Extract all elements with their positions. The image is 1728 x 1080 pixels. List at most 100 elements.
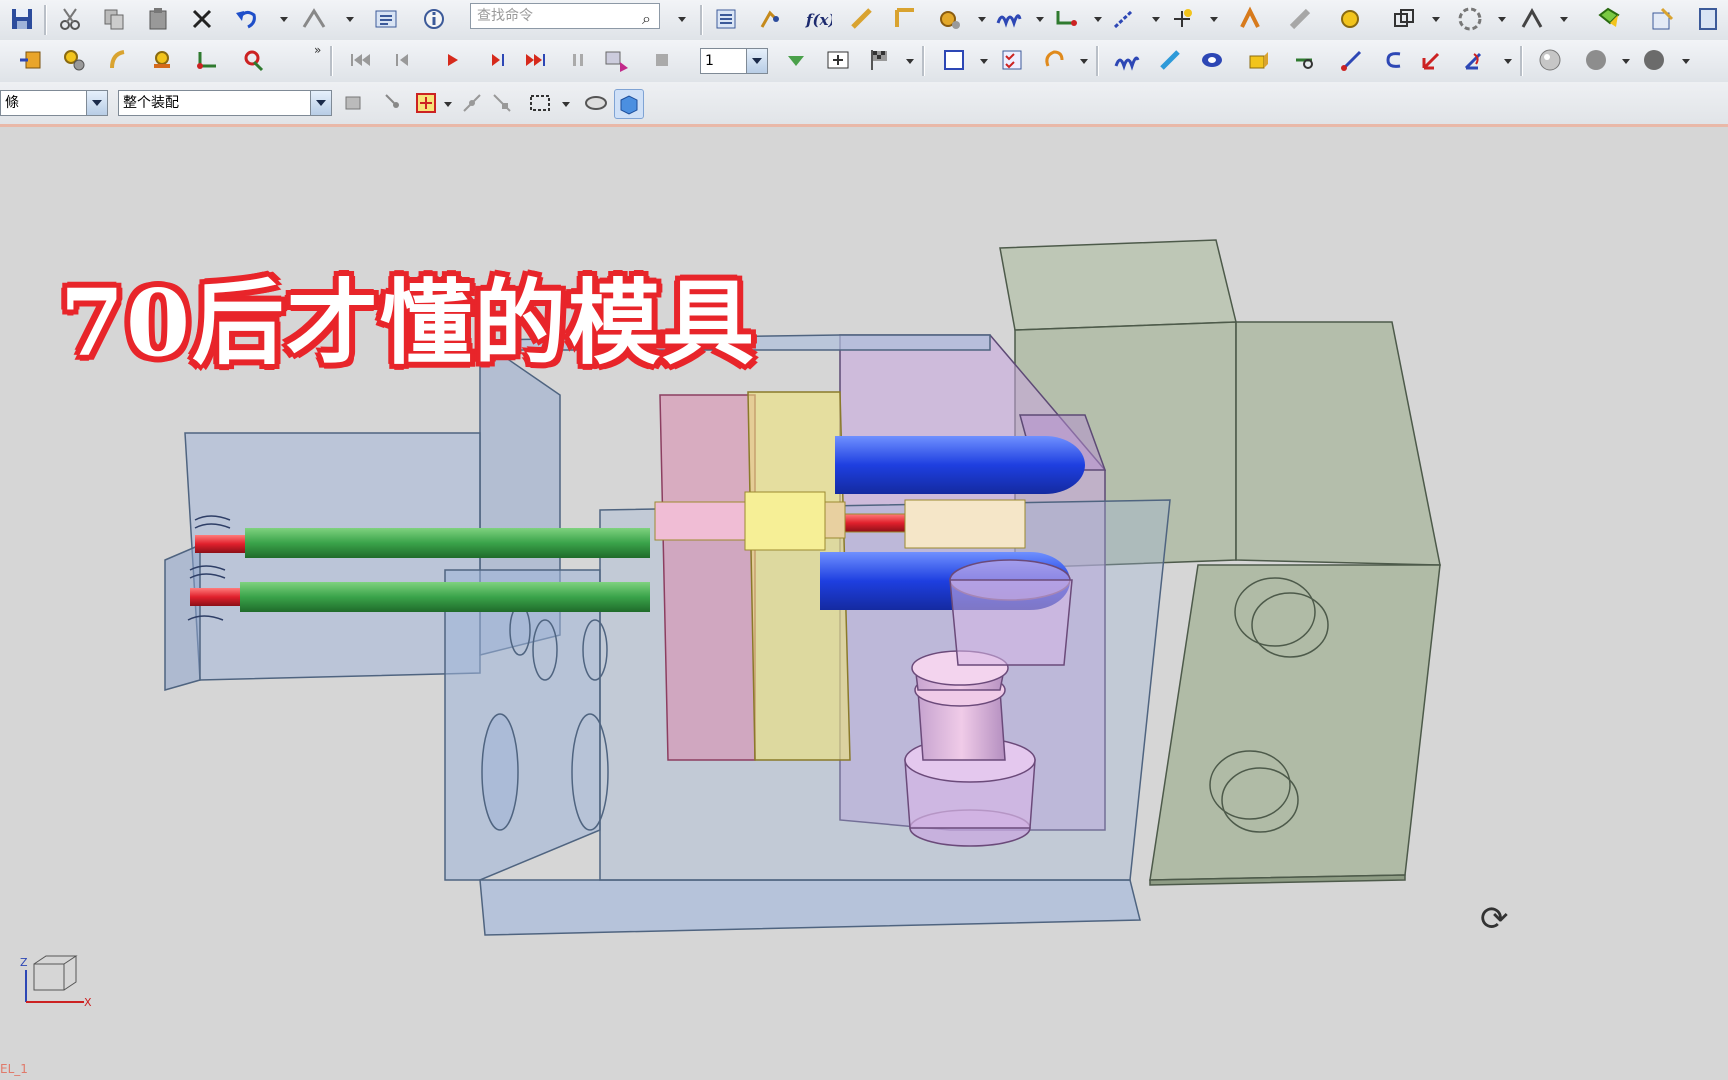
dropdown-icon[interactable] (1080, 59, 1088, 65)
ruler-icon[interactable] (1286, 5, 1314, 33)
vector-torque-icon[interactable] (1460, 46, 1488, 74)
stop-icon[interactable] (648, 46, 676, 74)
rewind-to-start-icon[interactable] (346, 46, 374, 74)
more-chevron-icon[interactable]: » (306, 42, 321, 70)
measure-distance-icon[interactable] (848, 5, 876, 33)
chevron-down-icon[interactable] (86, 91, 107, 115)
fast-forward-icon[interactable] (522, 46, 550, 74)
linkage-icon[interactable] (1518, 5, 1546, 33)
point-on-face-icon[interactable] (412, 89, 440, 117)
dark-sphere-icon[interactable] (1640, 46, 1668, 74)
snap-point-icon[interactable] (380, 89, 408, 117)
hydraulic-cylinder-upper[interactable] (835, 436, 1085, 494)
boolean-icon[interactable] (1390, 5, 1418, 33)
sheet-icon[interactable] (1694, 5, 1722, 33)
expression-list-icon[interactable] (712, 5, 740, 33)
gear-assembly-icon[interactable] (1338, 5, 1366, 33)
type-filter-select[interactable]: 條 (0, 90, 108, 116)
vector-icon[interactable] (1338, 46, 1366, 74)
dropdown-icon[interactable] (444, 102, 452, 108)
chevron-down-icon[interactable] (310, 91, 331, 115)
copy-icon[interactable] (100, 5, 128, 33)
dropdown-icon[interactable] (906, 59, 914, 65)
dropdown-icon[interactable] (1504, 59, 1512, 65)
selection-scope-select[interactable]: 整个装配 (118, 90, 332, 116)
3d-contact-icon[interactable] (1244, 46, 1272, 74)
spring-icon[interactable] (994, 5, 1022, 33)
dropdown-icon[interactable] (978, 17, 986, 23)
info-icon[interactable] (420, 5, 448, 33)
spring-icon[interactable] (1112, 46, 1140, 74)
link-icon[interactable] (104, 46, 132, 74)
selection-box-icon[interactable] (940, 46, 968, 74)
marker-icon[interactable] (824, 46, 852, 74)
cut-icon[interactable] (56, 5, 84, 33)
point-icon[interactable] (1168, 5, 1196, 33)
route-path-icon[interactable] (1052, 5, 1080, 33)
torque-icon[interactable] (1380, 46, 1408, 74)
end-point-icon[interactable] (458, 89, 486, 117)
gear-icon[interactable] (936, 5, 964, 33)
ejector-rod-lower[interactable] (190, 582, 650, 612)
shaded-sphere-icon[interactable] (1582, 46, 1610, 74)
motion-navigator-icon[interactable] (16, 46, 44, 74)
dropdown-icon[interactable] (1560, 17, 1568, 23)
ejector-rod-upper[interactable] (195, 528, 650, 558)
dropdown-icon[interactable] (346, 17, 354, 23)
drawing-icon[interactable] (1648, 5, 1676, 33)
dropdown-icon[interactable] (1432, 17, 1440, 23)
dropdown-icon[interactable] (1152, 17, 1160, 23)
rotate-icon[interactable] (1040, 46, 1068, 74)
part-navigator-icon[interactable] (372, 5, 400, 33)
dropdown-icon[interactable] (980, 59, 988, 65)
2d-contact-icon[interactable] (1290, 46, 1318, 74)
snap-target-icon[interactable] (1456, 5, 1484, 33)
datum-line-icon[interactable] (1110, 5, 1138, 33)
vector-force-icon[interactable] (1418, 46, 1446, 74)
record-animation-icon[interactable] (602, 46, 630, 74)
function-icon[interactable]: f(x) (804, 5, 832, 33)
checklist-icon[interactable] (998, 46, 1026, 74)
filter-down-icon[interactable] (782, 46, 810, 74)
dropdown-icon[interactable] (1036, 17, 1044, 23)
path-icon[interactable] (194, 46, 222, 74)
measure-angle-icon[interactable] (892, 5, 920, 33)
dropdown-icon[interactable] (1498, 17, 1506, 23)
environment-gear-icon[interactable] (60, 46, 88, 74)
save-icon[interactable] (8, 5, 36, 33)
undo-dropdown-icon[interactable] (280, 17, 288, 23)
step-back-icon[interactable] (388, 46, 416, 74)
move-component-icon[interactable] (300, 5, 328, 33)
pink-plate[interactable] (659, 394, 756, 761)
solid-filter-icon[interactable] (614, 89, 644, 119)
solid-body-icon[interactable] (1594, 5, 1622, 33)
step-forward-icon[interactable] (484, 46, 512, 74)
curve-contact-icon[interactable] (240, 46, 268, 74)
graphics-viewport[interactable]: 70后才懂的模具 ⟳ Z X EL_1 (0, 127, 1728, 1080)
dropdown-icon[interactable] (1094, 17, 1102, 23)
chevron-down-icon[interactable] (746, 49, 767, 73)
search-dropdown-icon[interactable] (678, 17, 686, 23)
joint-icon[interactable] (148, 46, 176, 74)
sphere-icon[interactable] (1536, 46, 1564, 74)
dropdown-icon[interactable] (562, 102, 570, 108)
box-select-icon[interactable] (526, 89, 554, 117)
paste-icon[interactable] (144, 5, 172, 33)
dropdown-icon[interactable] (1210, 17, 1218, 23)
general-selection-icon[interactable] (340, 89, 368, 117)
play-icon[interactable] (438, 46, 466, 74)
dropdown-icon[interactable] (1682, 59, 1690, 65)
command-search-input[interactable]: 查找命令 ⌕ (470, 3, 660, 29)
search-icon[interactable]: ⌕ (642, 7, 651, 31)
checkered-flag-icon[interactable] (866, 46, 894, 74)
dropdown-icon[interactable] (1622, 59, 1630, 65)
frame-number-select[interactable]: 1 (700, 48, 768, 74)
mid-point-icon[interactable] (488, 89, 516, 117)
wave-link-icon[interactable] (756, 5, 784, 33)
undo-icon[interactable] (232, 5, 260, 33)
bushing-icon[interactable] (1198, 46, 1226, 74)
pause-icon[interactable] (564, 46, 592, 74)
delete-icon[interactable] (188, 5, 216, 33)
mech-joint-icon[interactable] (1236, 5, 1264, 33)
show-hide-icon[interactable] (582, 89, 610, 117)
